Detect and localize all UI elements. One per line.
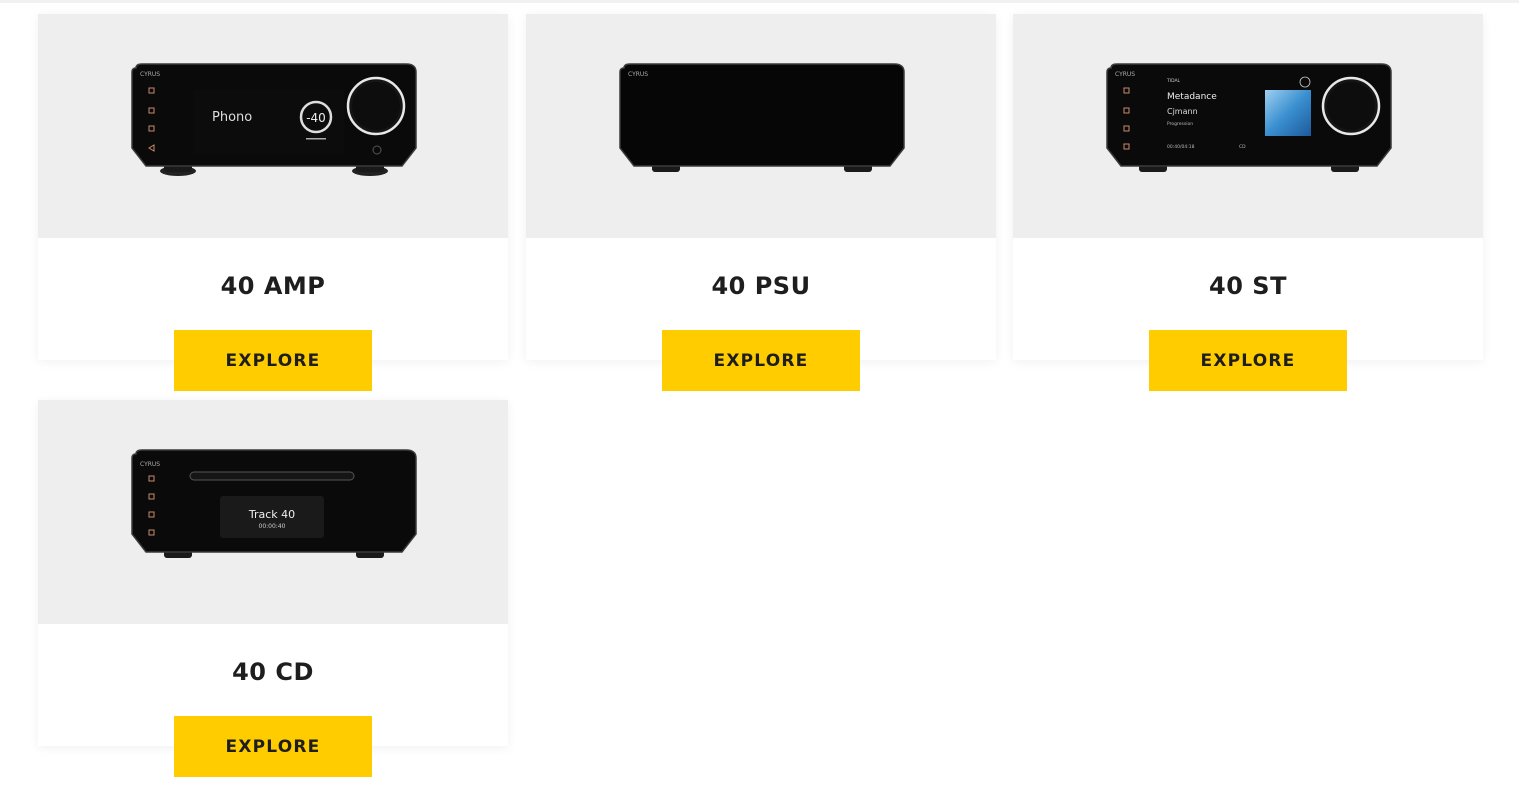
product-title[interactable]: 40 CD bbox=[38, 658, 508, 686]
product-card-40-amp: CYRUS Phono -40 40 AMP EXPLORE bbox=[38, 14, 508, 391]
product-image-area[interactable]: CYRUS Phono -40 bbox=[38, 14, 508, 238]
product-title[interactable]: 40 AMP bbox=[38, 272, 508, 300]
explore-button[interactable]: EXPLORE bbox=[174, 716, 372, 777]
svg-text:Cjmann: Cjmann bbox=[1167, 107, 1198, 116]
streamer-image: CYRUS TIDAL Metadance Cjmann Progression… bbox=[1106, 63, 1392, 172]
svg-text:Track 40: Track 40 bbox=[248, 508, 295, 521]
svg-text:CYRUS: CYRUS bbox=[140, 71, 160, 78]
svg-text:CYRUS: CYRUS bbox=[140, 461, 160, 468]
explore-button[interactable]: EXPLORE bbox=[174, 330, 372, 391]
svg-text:CYRUS: CYRUS bbox=[628, 71, 648, 78]
amplifier-image: CYRUS Phono -40 bbox=[131, 63, 417, 176]
svg-text:TIDAL: TIDAL bbox=[1166, 78, 1181, 84]
product-card-40-cd: CYRUS Track 40 00:00:40 40 CD EXPLORE bbox=[38, 400, 508, 777]
top-divider bbox=[0, 0, 1519, 3]
explore-button[interactable]: EXPLORE bbox=[662, 330, 860, 391]
product-title[interactable]: 40 ST bbox=[1013, 272, 1483, 300]
svg-text:CD: CD bbox=[1239, 144, 1246, 150]
product-card-40-psu: CYRUS 40 PSU EXPLORE bbox=[526, 14, 996, 391]
svg-text:Progression: Progression bbox=[1167, 121, 1193, 127]
svg-text:CYRUS: CYRUS bbox=[1115, 71, 1135, 78]
svg-text:Phono: Phono bbox=[212, 110, 252, 125]
product-image-area[interactable]: CYRUS TIDAL Metadance Cjmann Progression… bbox=[1013, 14, 1483, 238]
product-title[interactable]: 40 PSU bbox=[526, 272, 996, 300]
svg-text:00:40/04:18: 00:40/04:18 bbox=[1167, 144, 1195, 150]
cd-player-image: CYRUS Track 40 00:00:40 bbox=[131, 449, 417, 558]
product-image-area[interactable]: CYRUS Track 40 00:00:40 bbox=[38, 400, 508, 624]
svg-text:Metadance: Metadance bbox=[1167, 92, 1217, 102]
power-supply-image: CYRUS bbox=[619, 63, 905, 172]
product-image-area[interactable]: CYRUS bbox=[526, 14, 996, 238]
svg-text:-40: -40 bbox=[306, 111, 326, 125]
svg-text:00:00:40: 00:00:40 bbox=[259, 523, 286, 530]
explore-button[interactable]: EXPLORE bbox=[1149, 330, 1347, 391]
product-card-40-st: CYRUS TIDAL Metadance Cjmann Progression… bbox=[1013, 14, 1483, 391]
